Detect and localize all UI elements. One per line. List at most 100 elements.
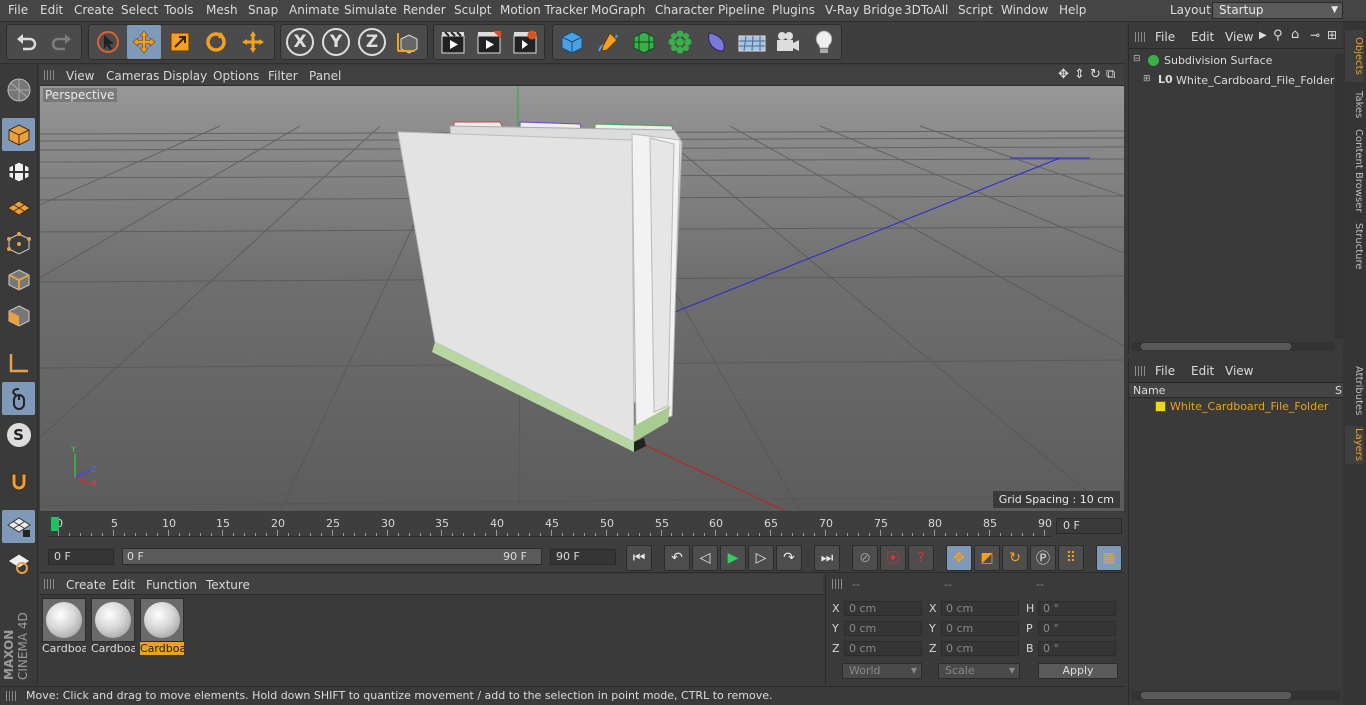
- menu-select[interactable]: Select: [121, 3, 158, 17]
- menu-motion-tracker[interactable]: Motion Tracker: [500, 3, 588, 17]
- pan-icon[interactable]: ✥: [1058, 67, 1069, 82]
- go-to-start-icon[interactable]: ⏮: [626, 545, 652, 571]
- tab-attributes[interactable]: Attributes: [1345, 362, 1364, 420]
- render-picture-viewer-icon[interactable]: [472, 25, 506, 59]
- menu-mograph[interactable]: MoGraph: [591, 3, 646, 17]
- world-dropdown[interactable]: World ▼: [842, 663, 922, 679]
- menu-3dtoall[interactable]: 3DToAll: [904, 3, 948, 17]
- menu-file[interactable]: File: [8, 3, 28, 17]
- key-move-icon[interactable]: ✥: [946, 545, 972, 571]
- axis-mode-icon[interactable]: [2, 346, 35, 379]
- horizontal-scrollbar[interactable]: [1131, 342, 1335, 351]
- tab-takes[interactable]: Takes: [1345, 88, 1364, 122]
- rotation-h-field[interactable]: 0 °: [1038, 601, 1116, 616]
- points-mode-icon[interactable]: [2, 227, 35, 260]
- y-axis-icon[interactable]: Y: [319, 25, 353, 59]
- model-mode-icon[interactable]: [2, 73, 35, 106]
- x-axis-icon[interactable]: X: [283, 25, 317, 59]
- magnet-icon[interactable]: [2, 465, 35, 498]
- layout-select[interactable]: Startup ▼: [1212, 2, 1343, 19]
- menu-help[interactable]: Help: [1059, 3, 1086, 17]
- obj-menu-edit[interactable]: Edit: [1191, 30, 1214, 44]
- layer-menu-edit[interactable]: Edit: [1191, 364, 1214, 378]
- scroll-thumb[interactable]: [1141, 692, 1291, 699]
- apply-button[interactable]: Apply: [1038, 663, 1118, 679]
- menu-animate[interactable]: Animate: [289, 3, 339, 17]
- timeline-ruler[interactable]: 0 5 10 15 20 25 30 35 40 45 50 55 60 65 70 75 80 85 90: [40, 512, 1124, 542]
- mat-menu-texture[interactable]: Texture: [206, 578, 250, 592]
- vp-menu-cameras[interactable]: Cameras: [106, 69, 159, 83]
- material-item[interactable]: Cardboa: [42, 598, 86, 656]
- horizontal-scrollbar[interactable]: [1131, 691, 1341, 700]
- new-window-icon[interactable]: ⊞: [1327, 28, 1337, 42]
- orbit-icon[interactable]: ↻: [1090, 67, 1101, 82]
- cube-icon[interactable]: [555, 25, 589, 59]
- menu-create[interactable]: Create: [74, 3, 114, 17]
- go-to-end-icon[interactable]: ⏭: [814, 545, 840, 571]
- column-s[interactable]: S: [1335, 384, 1342, 397]
- menu-character[interactable]: Character: [655, 3, 714, 17]
- column-name[interactable]: Name: [1133, 384, 1165, 397]
- playhead[interactable]: [51, 517, 59, 531]
- workplane-lock-icon[interactable]: [2, 510, 35, 543]
- edges-mode-icon[interactable]: [2, 263, 35, 296]
- search-icon[interactable]: ⚲: [1273, 28, 1283, 43]
- scroll-thumb[interactable]: [1141, 343, 1291, 350]
- tab-content-browser[interactable]: Content Browser: [1345, 126, 1364, 216]
- vp-menu-view[interactable]: View: [66, 69, 94, 83]
- film-icon[interactable]: ▦: [1096, 545, 1122, 571]
- key-param-icon[interactable]: Ⓟ: [1030, 545, 1056, 571]
- mat-menu-function[interactable]: Function: [146, 578, 197, 592]
- material-item[interactable]: Cardboa: [91, 598, 135, 656]
- undo-icon[interactable]: [9, 25, 43, 59]
- current-frame-field[interactable]: 0 F: [1056, 518, 1122, 534]
- obj-menu-view[interactable]: View: [1225, 30, 1253, 44]
- timeline-scale[interactable]: 0 5 10 15 20 25 30 35 40 45 50 55 60 65 70 75 80 85 90: [48, 517, 1052, 537]
- link-icon[interactable]: ⊸: [1310, 28, 1320, 42]
- mat-menu-edit[interactable]: Edit: [112, 578, 135, 592]
- rotate-icon[interactable]: [199, 25, 233, 59]
- polygons-mode-icon[interactable]: [2, 299, 35, 332]
- menu-mesh[interactable]: Mesh: [206, 3, 238, 17]
- z-axis-icon[interactable]: Z: [355, 25, 389, 59]
- dolly-icon[interactable]: ⇕: [1074, 67, 1085, 82]
- maximize-view-icon[interactable]: ⧉: [1106, 67, 1115, 82]
- camera-icon[interactable]: [771, 25, 805, 59]
- layer-row[interactable]: White_Cardboard_File_Folder: [1129, 398, 1343, 416]
- snap-s-icon[interactable]: S: [2, 418, 35, 451]
- vp-menu-panel[interactable]: Panel: [309, 69, 341, 83]
- key-pla-icon[interactable]: ⠿: [1058, 545, 1084, 571]
- size-x-field[interactable]: 0 cm: [941, 601, 1019, 616]
- menu-window[interactable]: Window: [1001, 3, 1048, 17]
- light-icon[interactable]: [807, 25, 841, 59]
- scale-icon[interactable]: [163, 25, 197, 59]
- move-icon[interactable]: [127, 25, 161, 59]
- menu-tools[interactable]: Tools: [164, 3, 194, 17]
- menu-sculpt[interactable]: Sculpt: [454, 3, 491, 17]
- tab-layers[interactable]: Layers: [1345, 426, 1364, 464]
- tab-objects[interactable]: Objects: [1345, 30, 1364, 82]
- menu-vray-bridge[interactable]: V-Ray Bridge: [825, 3, 902, 17]
- size-z-field[interactable]: 0 cm: [941, 641, 1019, 656]
- chevron-right-icon[interactable]: ▶: [1259, 30, 1267, 41]
- previous-key-icon[interactable]: ↶: [664, 545, 690, 571]
- scale-dropdown[interactable]: Scale ▼: [938, 663, 1020, 679]
- select-arrow-icon[interactable]: [91, 25, 125, 59]
- vertical-scrollbar[interactable]: [1335, 54, 1343, 339]
- vp-menu-filter[interactable]: Filter: [268, 69, 298, 83]
- menu-snap[interactable]: Snap: [248, 3, 278, 17]
- previous-frame-icon[interactable]: ◁: [692, 545, 718, 571]
- menu-edit[interactable]: Edit: [40, 3, 63, 17]
- keyframe-selection-icon[interactable]: ?: [908, 545, 934, 571]
- workplane-icon[interactable]: [2, 191, 35, 224]
- cloner-icon[interactable]: [663, 25, 697, 59]
- menu-render[interactable]: Render: [403, 3, 446, 17]
- position-x-field[interactable]: 0 cm: [844, 601, 922, 616]
- menu-plugins[interactable]: Plugins: [772, 3, 815, 17]
- coordinate-system-icon[interactable]: [391, 25, 425, 59]
- soft-selection-icon[interactable]: [2, 546, 35, 579]
- end-frame-field[interactable]: 90 F: [550, 549, 616, 565]
- rotation-b-field[interactable]: 0 °: [1038, 641, 1116, 656]
- render-view-icon[interactable]: [436, 25, 470, 59]
- home-icon[interactable]: ⌂: [1291, 27, 1299, 42]
